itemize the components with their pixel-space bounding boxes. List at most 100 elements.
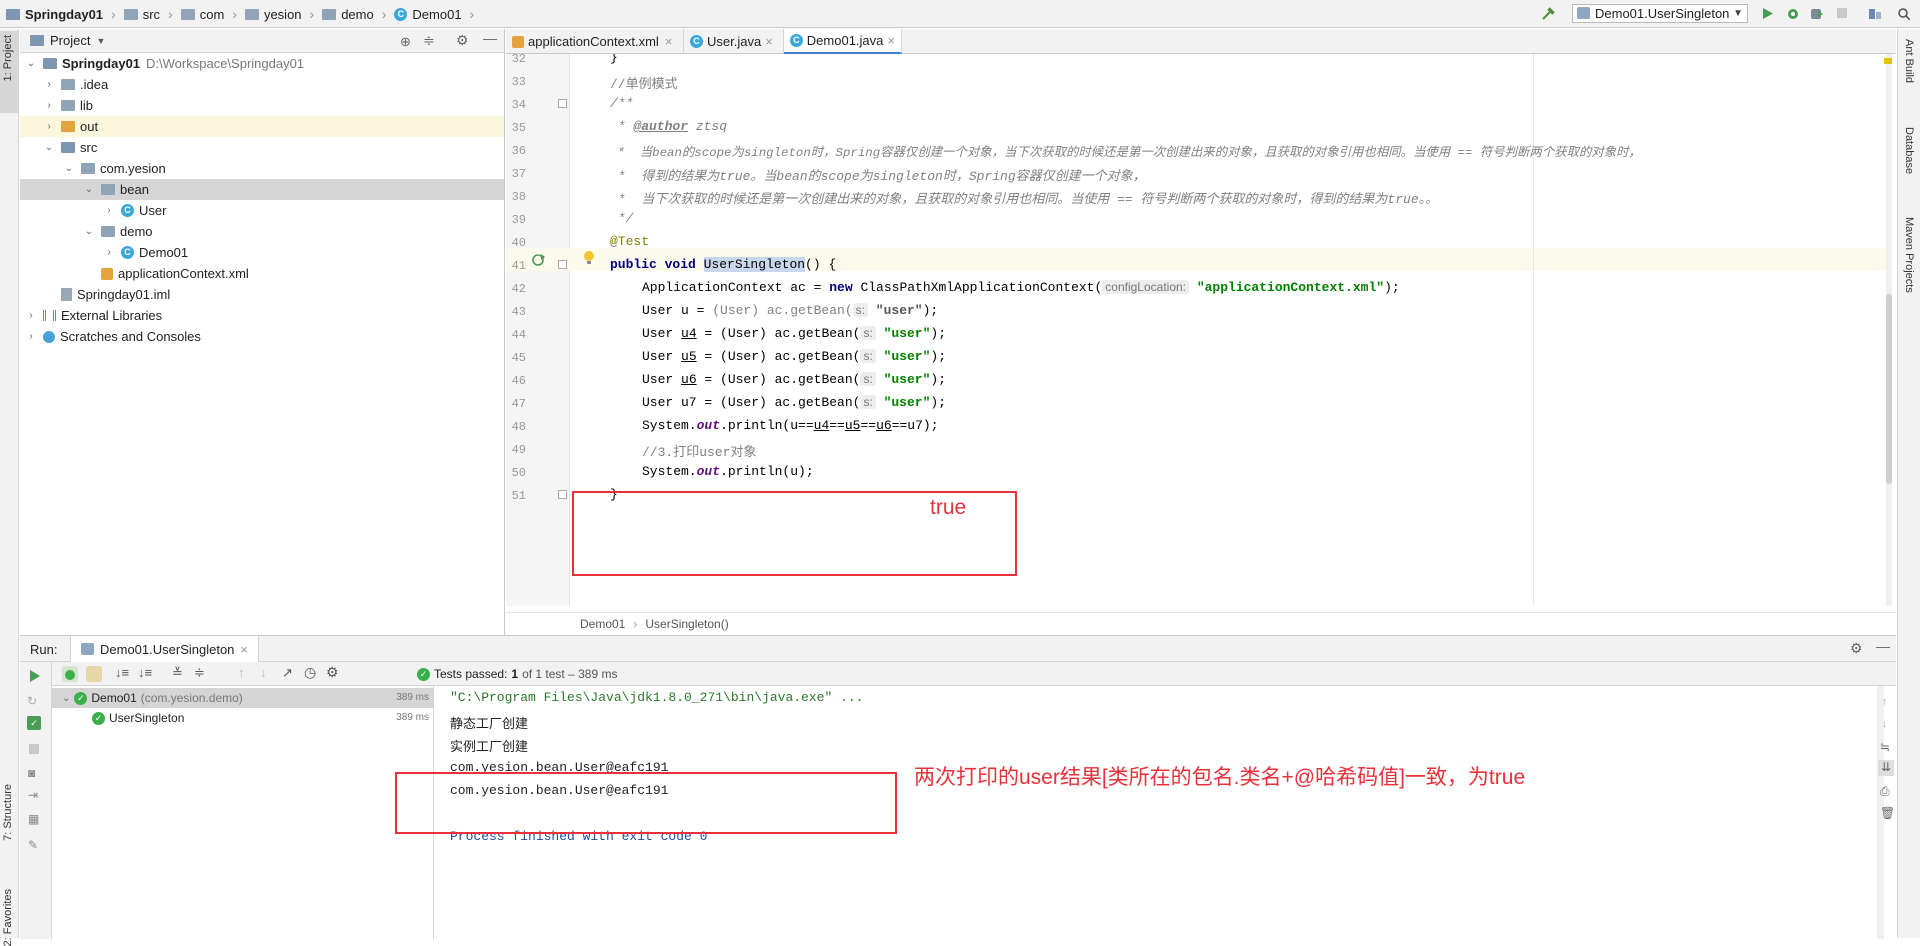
camera-icon[interactable]: ◙: [28, 766, 35, 780]
tab-applicationcontext-xml[interactable]: applicationContext.xml ×: [506, 29, 684, 54]
gear-icon[interactable]: ⚙: [1850, 640, 1863, 657]
scroll-up-icon[interactable]: ↑: [1882, 696, 1888, 708]
build-hammer-icon[interactable]: [1540, 6, 1556, 22]
expanded-arrow-icon[interactable]: ⌄: [42, 142, 56, 153]
tab-demo01-java[interactable]: C Demo01.java ×: [784, 29, 902, 54]
hide-panel-icon[interactable]: —: [1876, 638, 1890, 654]
code-line-41: public void UserSingleton() {: [610, 257, 837, 272]
pin-icon[interactable]: ✎: [28, 838, 38, 852]
previous-failed-icon[interactable]: ↑: [238, 665, 245, 680]
tree-item-iml[interactable]: Springday01.iml: [20, 284, 504, 305]
tree-item-demo01[interactable]: › C Demo01: [20, 242, 504, 263]
gear-icon[interactable]: ⚙: [326, 664, 339, 681]
tree-item-bean[interactable]: ⌄ bean: [20, 179, 504, 200]
run-configuration-select[interactable]: Demo01.UserSingleton ▼: [1572, 4, 1748, 23]
stop-icon[interactable]: [1836, 7, 1849, 20]
scroll-down-icon[interactable]: ↓: [1882, 718, 1888, 730]
tree-item-external-libraries[interactable]: › External Libraries: [20, 305, 504, 326]
close-icon[interactable]: ×: [665, 34, 673, 49]
ant-build-tool-tab[interactable]: Ant Build: [1903, 39, 1915, 83]
expanded-arrow-icon[interactable]: ⌄: [62, 163, 76, 174]
expanded-arrow-icon[interactable]: ⌄: [62, 693, 70, 704]
close-icon[interactable]: ×: [887, 33, 895, 48]
tree-item-applicationcontext-xml[interactable]: applicationContext.xml: [20, 263, 504, 284]
rerun-failed-icon[interactable]: ↻: [27, 694, 37, 708]
tree-item-src[interactable]: ⌄ src: [20, 137, 504, 158]
structure-tool-tab[interactable]: 7: Structure: [2, 784, 14, 841]
crumb-demo[interactable]: demo: [341, 7, 374, 22]
run-icon[interactable]: [1761, 7, 1774, 20]
sort-by-duration-icon[interactable]: ↓≡: [138, 665, 152, 680]
tree-item-out[interactable]: › out: [20, 116, 504, 137]
collapsed-arrow-icon[interactable]: ›: [102, 205, 116, 216]
crumb-demo01[interactable]: Demo01: [412, 7, 461, 22]
locate-target-icon[interactable]: ⊕: [400, 34, 411, 50]
test-node-demo01[interactable]: ⌄ ✓ Demo01 (com.yesion.demo) 389 ms: [52, 688, 433, 708]
expanded-arrow-icon[interactable]: ⌄: [82, 226, 96, 237]
trash-icon[interactable]: 🗑: [1880, 806, 1895, 820]
breadcrumb-method[interactable]: UserSingleton(): [645, 617, 728, 631]
project-structure-icon[interactable]: [1868, 7, 1881, 20]
chevron-down-icon[interactable]: ▼: [96, 36, 105, 46]
debug-icon[interactable]: [1786, 7, 1799, 20]
soft-wrap-icon[interactable]: ≒: [1880, 740, 1890, 754]
crumb-project[interactable]: Springday01: [25, 7, 103, 22]
test-node-usersingleton[interactable]: ✓ UserSingleton 389 ms: [52, 708, 433, 728]
editor-scrollbar-thumb[interactable]: [1886, 294, 1892, 484]
collapsed-arrow-icon[interactable]: ›: [102, 247, 116, 258]
collapsed-arrow-icon[interactable]: ›: [42, 100, 56, 111]
hide-panel-icon[interactable]: —: [483, 30, 497, 46]
scroll-to-end-icon[interactable]: ⇊: [1878, 760, 1894, 776]
tree-item-user[interactable]: › C User: [20, 200, 504, 221]
import-tests-icon[interactable]: ⇥: [28, 788, 38, 802]
coverage-icon[interactable]: [1810, 7, 1823, 20]
fold-icon[interactable]: [558, 99, 567, 108]
close-icon[interactable]: ×: [240, 642, 248, 657]
tree-item-springday01[interactable]: ⌄ Springday01 D:\Workspace\Springday01: [20, 53, 504, 74]
crumb-com[interactable]: com: [200, 7, 225, 22]
export-results-icon[interactable]: ↗: [282, 665, 293, 681]
favorites-tool-tab[interactable]: 2: Favorites: [2, 889, 14, 946]
crumb-src[interactable]: src: [143, 7, 160, 22]
search-everywhere-icon[interactable]: [1897, 7, 1910, 20]
print-icon[interactable]: ⎙: [1880, 784, 1890, 799]
collapsed-arrow-icon[interactable]: ›: [24, 310, 38, 321]
crumb-yesion[interactable]: yesion: [264, 7, 302, 22]
tree-item-demo[interactable]: ⌄ demo: [20, 221, 504, 242]
run-test-gutter-icon[interactable]: [531, 251, 547, 267]
collapsed-arrow-icon[interactable]: ›: [42, 121, 56, 132]
fold-icon[interactable]: [558, 260, 567, 269]
collapsed-arrow-icon[interactable]: ›: [42, 79, 56, 90]
next-failed-icon[interactable]: ↓: [260, 665, 267, 680]
warning-marker[interactable]: [1884, 58, 1892, 64]
run-tab[interactable]: Demo01.UserSingleton ×: [70, 636, 259, 662]
project-view-select[interactable]: Project: [50, 33, 90, 48]
maven-projects-tool-tab[interactable]: Maven Projects: [1903, 217, 1915, 293]
expanded-arrow-icon[interactable]: ⌄: [82, 184, 96, 195]
toggle-auto-test-icon[interactable]: ✓: [27, 716, 41, 730]
collapse-all-icon[interactable]: ≑: [194, 665, 205, 681]
sort-alphabetically-icon[interactable]: ↓≡: [115, 665, 129, 680]
intention-bulb-icon[interactable]: [582, 250, 596, 266]
collapsed-arrow-icon[interactable]: ›: [24, 331, 38, 342]
tree-item-idea[interactable]: › .idea: [20, 74, 504, 95]
close-icon[interactable]: ×: [765, 34, 773, 49]
breadcrumb-class[interactable]: Demo01: [580, 617, 625, 631]
expand-all-icon[interactable]: ≚: [172, 665, 183, 681]
project-tool-tab[interactable]: 1: Project: [2, 35, 14, 81]
line-number: 40: [511, 236, 526, 250]
stop-icon[interactable]: [29, 744, 39, 754]
expanded-arrow-icon[interactable]: ⌄: [24, 58, 38, 69]
database-tool-tab[interactable]: Database: [1903, 127, 1915, 174]
tree-item-lib[interactable]: › lib: [20, 95, 504, 116]
layout-icon[interactable]: ▦: [28, 812, 39, 826]
collapse-all-icon[interactable]: ≑: [423, 32, 435, 49]
history-icon[interactable]: ◷: [304, 664, 316, 681]
tab-user-java[interactable]: C User.java ×: [684, 29, 784, 54]
show-ignored-icon[interactable]: [86, 666, 102, 682]
tree-item-scratches[interactable]: › Scratches and Consoles: [20, 326, 504, 347]
rerun-icon[interactable]: [29, 670, 41, 682]
tree-item-com-yesion[interactable]: ⌄ com.yesion: [20, 158, 504, 179]
gear-icon[interactable]: ⚙: [456, 32, 469, 49]
fold-icon[interactable]: [558, 490, 567, 499]
